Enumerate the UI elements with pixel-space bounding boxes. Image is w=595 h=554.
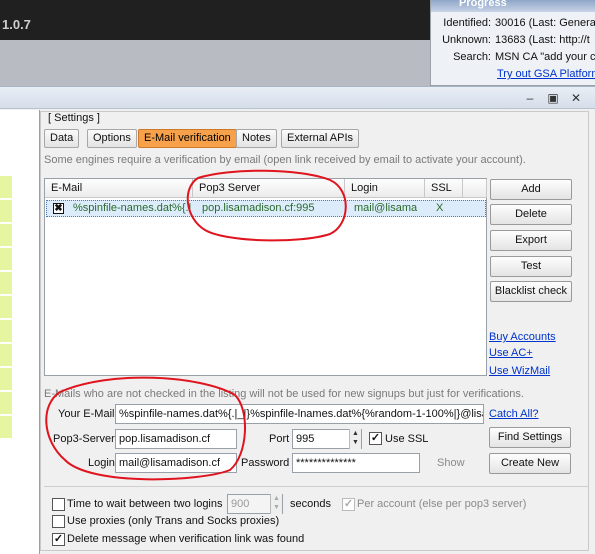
port-spinner-icon[interactable]: ▲ ▼ <box>349 429 361 449</box>
catch-all-link[interactable]: Catch All? <box>489 408 539 420</box>
delete-message-label: Delete message when verification link wa… <box>67 533 305 545</box>
tab-data[interactable]: Data <box>44 129 80 148</box>
delete-button[interactable]: Delete <box>490 204 572 225</box>
background-app-titlebar <box>0 0 430 40</box>
close-icon[interactable]: ✕ <box>568 91 584 105</box>
find-settings-button[interactable]: Find Settings <box>489 427 571 448</box>
settings-group-caption: [ Settings ] <box>46 112 102 124</box>
your-email-field[interactable]: %spinfile-names.dat%{.|_|}%spinfile-lnam… <box>115 404 484 424</box>
section-divider <box>44 486 589 487</box>
use-ac-link[interactable]: Use AC+ <box>489 347 533 359</box>
add-button[interactable]: Add <box>490 179 572 200</box>
column-header-filler <box>463 179 487 198</box>
progress-label: Search: <box>453 51 491 63</box>
login-label: Login <box>88 457 115 469</box>
column-header-email[interactable]: E-Mail <box>45 179 193 198</box>
maximize-icon[interactable]: ▣ <box>545 91 561 105</box>
per-account-label: Per account (else per pop3 server) <box>357 498 527 510</box>
row-checkbox[interactable]: ✖ <box>53 203 64 214</box>
row-login: mail@lisama <box>354 202 418 214</box>
pop3-server-field[interactable]: pop.lisamadison.cf <box>115 429 237 449</box>
buy-accounts-link[interactable]: Buy Accounts <box>489 331 556 343</box>
table-row[interactable]: ✖ %spinfile-names.dat%{.| pop.lisamadiso… <box>46 200 486 217</box>
progress-panel: Progress Identified: 30016 (Last: Genera … <box>430 0 595 86</box>
delete-message-checkbox[interactable]: ✓ <box>52 533 65 546</box>
your-email-label: Your E-Mail <box>58 408 115 420</box>
row-email: %spinfile-names.dat%{.| <box>73 202 192 214</box>
progress-panel-header <box>431 0 595 12</box>
time-wait-label: Time to wait between two logins <box>67 498 223 510</box>
time-wait-checkbox[interactable] <box>52 498 65 511</box>
email-accounts-grid[interactable]: E-Mail Pop3 Server Login SSL ✖ %spinfile… <box>44 178 487 376</box>
background-app-toolbar <box>0 40 430 90</box>
use-proxies-label: Use proxies (only Trans and Socks proxie… <box>67 515 280 527</box>
verification-hint: Some engines require a verification by e… <box>44 154 526 166</box>
minimize-icon[interactable]: – <box>522 91 538 105</box>
progress-value: 30016 (Last: Genera <box>495 17 595 29</box>
port-label: Port <box>269 433 290 445</box>
export-button[interactable]: Export <box>490 230 572 251</box>
background-app-title: 1.0.7 <box>2 17 31 32</box>
use-ssl-checkbox[interactable]: ✓ <box>369 432 382 445</box>
login-field[interactable]: mail@lisamadison.cf <box>115 453 237 473</box>
progress-label: Unknown: <box>442 34 491 46</box>
unchecked-emails-note: E-Mails who are not checked in the listi… <box>44 388 524 400</box>
tab-external-apis[interactable]: External APIs <box>281 129 360 148</box>
tab-options[interactable]: Options <box>87 129 137 148</box>
column-header-login[interactable]: Login <box>345 179 425 198</box>
per-account-checkbox[interactable]: ✓ <box>342 498 355 511</box>
row-pop3: pop.lisamadison.cf:995 <box>202 202 315 214</box>
create-new-button[interactable]: Create New <box>489 453 571 474</box>
password-label: Password <box>241 457 290 469</box>
progress-value: 13683 (Last: http://t <box>495 34 590 46</box>
progress-row-identified: Identified: 30016 (Last: Genera <box>431 17 595 29</box>
password-field[interactable]: ************** <box>292 453 420 473</box>
pop3-server-label: Pop3-Server <box>53 433 115 445</box>
progress-label: Identified: <box>443 17 491 29</box>
column-header-pop3[interactable]: Pop3 Server <box>193 179 345 198</box>
use-wizmail-link[interactable]: Use WizMail <box>489 365 550 377</box>
use-ssl-label: Use SSL <box>385 433 429 445</box>
progress-row-search: Search: MSN CA "add your c <box>431 51 595 63</box>
seconds-label: seconds <box>290 498 331 510</box>
gsa-platform-link[interactable]: Try out GSA Platform <box>497 68 595 80</box>
time-wait-spinner-icon[interactable]: ▲ ▼ <box>270 494 282 514</box>
tab-notes[interactable]: Notes <box>236 129 277 148</box>
progress-title: Progress <box>459 0 507 9</box>
blacklist-check-button[interactable]: Blacklist check <box>490 281 572 302</box>
tab-email-verification[interactable]: E-Mail verification <box>138 129 237 148</box>
column-header-ssl[interactable]: SSL <box>425 179 463 198</box>
use-proxies-checkbox[interactable] <box>52 515 65 528</box>
dialog-titlebar: – ▣ ✕ <box>0 87 595 109</box>
background-project-list <box>0 110 40 554</box>
progress-row-unknown: Unknown: 13683 (Last: http://t <box>431 34 595 46</box>
row-ssl: X <box>436 202 444 214</box>
show-password-link[interactable]: Show <box>437 457 465 469</box>
test-button[interactable]: Test <box>490 256 572 277</box>
progress-value: MSN CA "add your c <box>495 51 595 63</box>
